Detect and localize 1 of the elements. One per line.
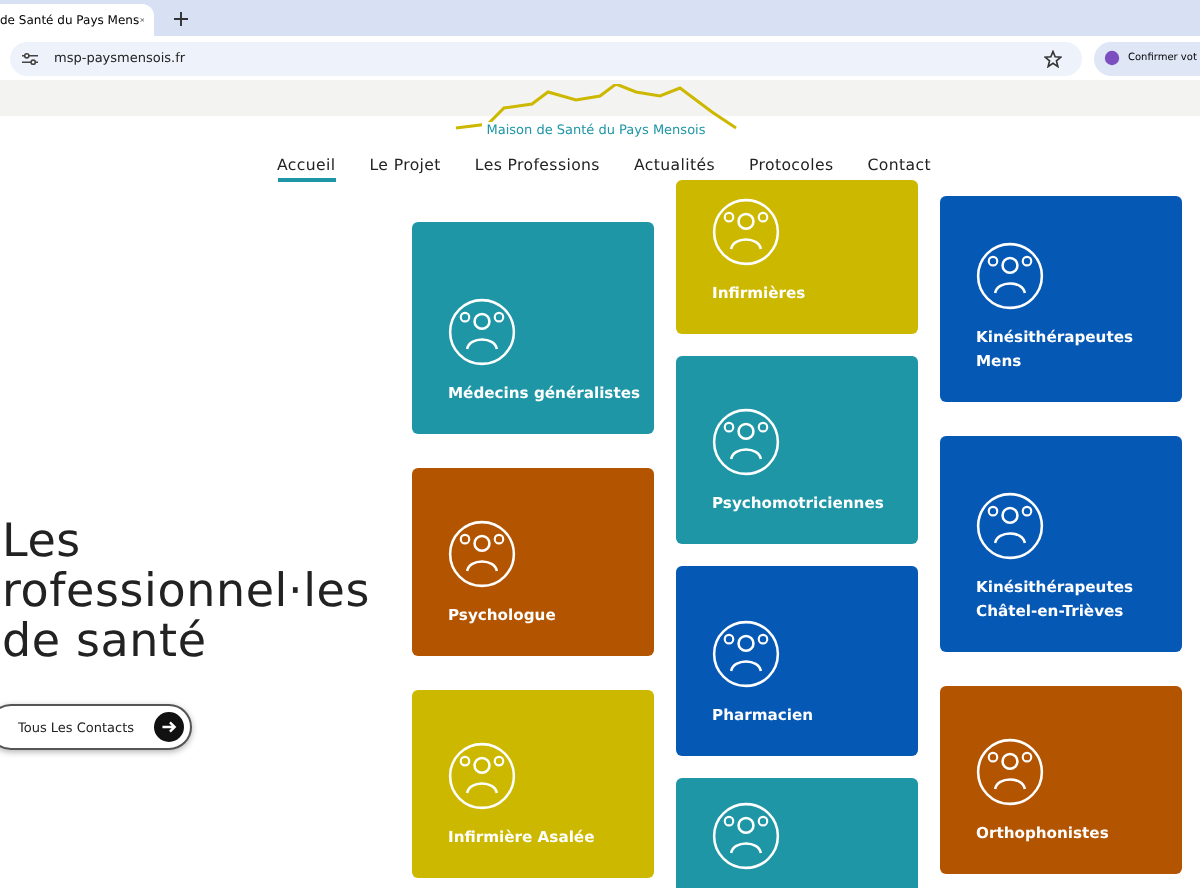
page-heading: Les rofessionnel·les de santé	[2, 518, 373, 668]
